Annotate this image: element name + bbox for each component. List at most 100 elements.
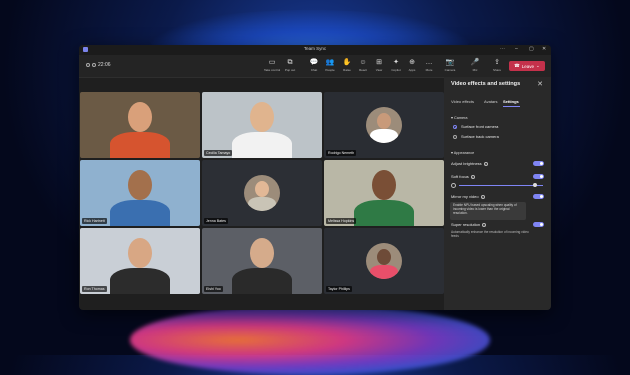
soft-focus-slider[interactable] — [459, 183, 543, 187]
teams-meeting-window: Team Sync ⋯ – ▢ ✕ 22:06 ▭ Take control ⧉ Po… — [79, 45, 551, 310]
chat-button[interactable]: 💬 Chat — [306, 59, 322, 72]
soft-focus-icon — [451, 183, 456, 188]
tab-avatars[interactable]: Avatars — [484, 99, 498, 104]
participant-name: Eishi Yoo — [204, 286, 223, 292]
adjust-brightness-label: Adjust brightness — [451, 161, 482, 166]
mirror-toggle[interactable] — [533, 194, 544, 199]
participant-name: Melissa Hopkins — [326, 218, 357, 224]
camera-button[interactable]: 📷 Camera — [442, 59, 458, 72]
participant-avatar — [366, 107, 402, 143]
slider-knob[interactable] — [532, 183, 537, 187]
more-button[interactable]: … More — [421, 59, 437, 72]
window-title: Team Sync — [303, 46, 327, 51]
participant-avatar — [366, 243, 402, 279]
super-resolution-label: Super resolution — [451, 222, 481, 227]
person-body — [110, 132, 170, 158]
toolbar-button-label: Share — [492, 68, 501, 72]
tab-settings[interactable]: Settings — [503, 99, 519, 104]
person-body — [110, 200, 170, 226]
appearance-section-header[interactable]: ▾ Appearance — [451, 150, 474, 155]
camera-section-label: Camera — [453, 116, 468, 120]
toolbar-button-label: Mic — [472, 68, 478, 72]
adjust-brightness-toggle[interactable] — [533, 161, 544, 166]
super-resolution-description: Automatically enhance the resolution of … — [451, 230, 529, 238]
shoulders — [370, 129, 398, 143]
adjust-brightness-row: Adjust brightness i — [451, 161, 488, 167]
share-button[interactable]: ⇪ Share — [489, 59, 505, 72]
participant-name: Ron Thomas — [82, 286, 107, 292]
chevron-down-icon[interactable]: ⌄ — [536, 63, 540, 69]
participant-tile[interactable]: Cecilia Tamayo — [202, 92, 322, 158]
mic-button[interactable]: 🎤 Mic — [467, 59, 483, 72]
react-button[interactable]: ☺ React — [355, 59, 371, 72]
leave-button[interactable]: ☎ Leave ⌄ — [509, 61, 545, 71]
info-icon[interactable]: i — [470, 174, 475, 180]
participant-tile[interactable]: Rick Hartnett — [80, 160, 200, 226]
video-settings-panel: Video effects and settings ✕ Video effec… — [444, 77, 551, 310]
minimize-icon[interactable]: – — [515, 46, 518, 52]
person-body — [232, 132, 292, 158]
participant-tile[interactable]: Eishi Yoo — [202, 228, 322, 294]
pop-out-button[interactable]: ⧉ Pop out — [282, 59, 298, 72]
tab-video-effects[interactable]: Video effects — [451, 99, 474, 104]
front-camera-label: Surface front camera — [461, 124, 499, 129]
super-resolution-row: Super resolution i — [451, 222, 487, 228]
info-icon[interactable]: i — [483, 161, 488, 167]
soft-focus-row: Soft focus i — [451, 174, 475, 180]
participant-name: Taylor Phillips — [326, 286, 352, 292]
participant-tile[interactable]: Rodrigo Nemeth — [324, 92, 444, 158]
person-body — [354, 200, 414, 226]
person-face — [128, 238, 152, 268]
leave-label: Leave — [521, 63, 535, 69]
apps-icon: ⊕ — [409, 59, 415, 66]
toolbar-button-label: React — [359, 68, 367, 72]
info-icon[interactable]: i — [482, 222, 487, 228]
toolbar-button-label: Take control — [264, 68, 281, 72]
wallpaper-bloom — [130, 305, 490, 375]
face — [377, 113, 391, 129]
participant-name: Cecilia Tamayo — [204, 150, 233, 156]
more-options-icon[interactable]: ⋯ — [500, 46, 505, 52]
toolbar-button-label: Chat — [310, 68, 318, 72]
toolbar-button-label: Raise — [343, 68, 351, 72]
participant-tile[interactable]: Melissa Hopkins — [324, 160, 444, 226]
mic-icon: 🎤 — [470, 59, 480, 66]
person-face — [128, 102, 152, 132]
participant-tile[interactable]: Ron Thomas — [80, 228, 200, 294]
participant-name: Rick Hartnett — [82, 218, 107, 224]
soft-focus-toggle[interactable] — [533, 174, 544, 179]
shoulders — [370, 265, 398, 279]
apps-button[interactable]: ⊕ Apps — [404, 59, 420, 72]
super-resolution-toggle[interactable] — [533, 222, 544, 227]
soft-focus-label: Soft focus — [451, 174, 469, 179]
toolbar-button-label: Apps — [408, 68, 416, 72]
copilot-button[interactable]: ✦ Copilot — [388, 59, 404, 72]
meeting-timer: 22:06 — [86, 62, 111, 68]
participant-tile[interactable]: Jenna Bates — [202, 160, 322, 226]
take-control-button[interactable]: ▭ Take control — [264, 59, 280, 72]
mirror-label: Mirror my video — [451, 194, 479, 199]
participant-tile[interactable]: Taylor Phillips — [324, 228, 444, 294]
participant-tile[interactable] — [80, 92, 200, 158]
face — [255, 181, 269, 197]
appearance-section-label: Appearance — [453, 151, 475, 155]
toolbar-button-label: Copilot — [391, 68, 401, 72]
participant-avatar — [244, 175, 280, 211]
shield-icon — [86, 63, 90, 67]
people-icon: 👥 — [325, 59, 335, 66]
close-window-icon[interactable]: ✕ — [542, 46, 546, 52]
info-icon[interactable]: i — [480, 194, 485, 200]
radio-back-camera[interactable] — [453, 135, 457, 139]
people-button[interactable]: 👥 People — [322, 59, 338, 72]
meeting-toolbar: 22:06 ▭ Take control ⧉ Pop out 💬 Chat 👥 People ✋… — [79, 55, 551, 78]
popout-icon: ⧉ — [287, 59, 293, 66]
close-panel-icon[interactable]: ✕ — [537, 80, 543, 88]
face — [377, 249, 391, 265]
maximize-icon[interactable]: ▢ — [529, 46, 534, 52]
radio-front-camera[interactable] — [453, 125, 457, 129]
raise-button[interactable]: ✋ Raise — [339, 59, 355, 72]
toolbar-button-label: More — [425, 68, 433, 72]
view-button[interactable]: ⊞ View — [371, 59, 387, 72]
camera-section-header[interactable]: ▾ Camera — [451, 115, 467, 120]
more-icon: … — [425, 59, 433, 66]
